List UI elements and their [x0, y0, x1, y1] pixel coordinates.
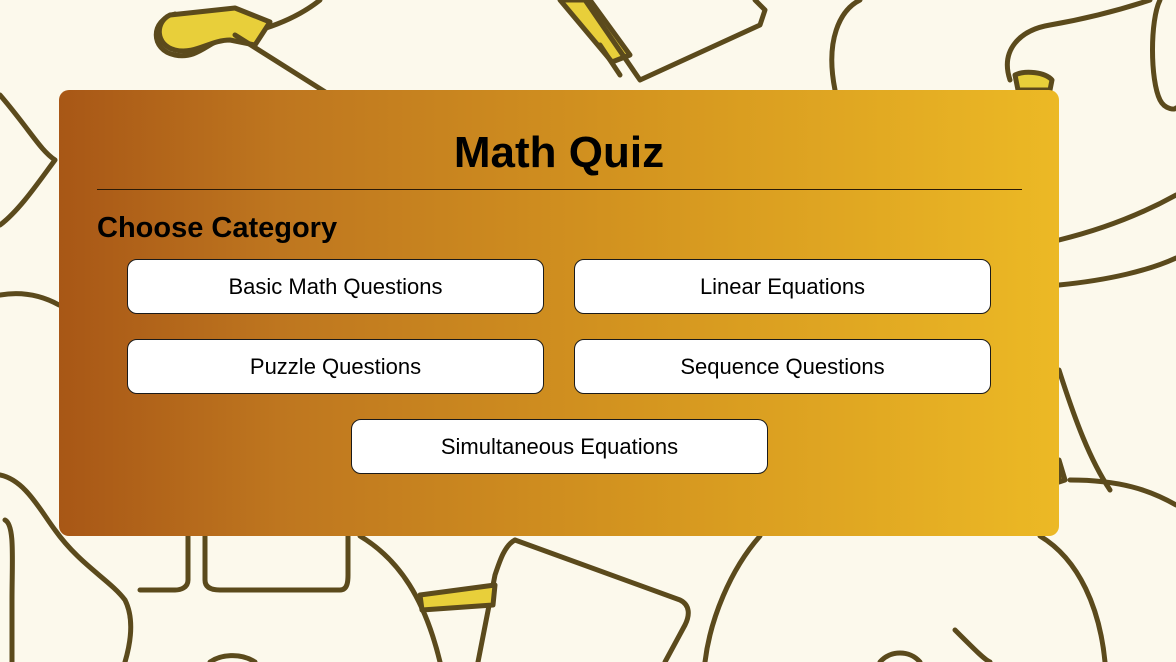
category-heading: Choose Category: [97, 212, 338, 244]
title-divider: [97, 189, 1022, 190]
sequence-questions-button[interactable]: Sequence Questions: [574, 339, 991, 394]
page-title: Math Quiz: [453, 128, 665, 177]
puzzle-questions-button[interactable]: Puzzle Questions: [127, 339, 544, 394]
basic-math-questions-button[interactable]: Basic Math Questions: [127, 259, 544, 314]
quiz-card: Math Quiz Choose Category Basic Math Que…: [59, 90, 1059, 536]
simultaneous-equations-button[interactable]: Simultaneous Equations: [351, 419, 768, 474]
linear-equations-button[interactable]: Linear Equations: [574, 259, 991, 314]
